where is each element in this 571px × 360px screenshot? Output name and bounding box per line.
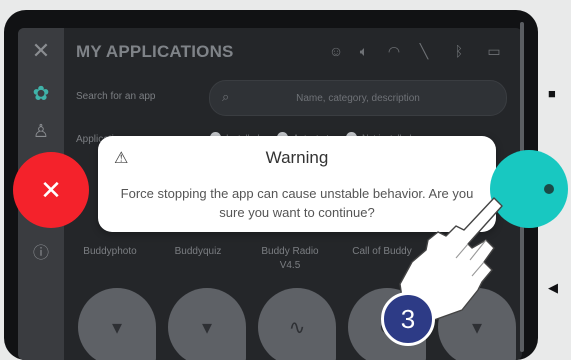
face-status-icon: ☺ xyxy=(328,43,344,59)
step-number-badge: 3 xyxy=(381,292,435,346)
back-nav-icon[interactable]: ◀ xyxy=(548,280,558,296)
app-name[interactable]: Buddyphoto xyxy=(70,246,150,257)
app-tile[interactable]: ∿ xyxy=(258,288,336,360)
cancel-button[interactable]: ✕ xyxy=(13,152,89,228)
close-icon[interactable]: ✕ xyxy=(26,36,56,66)
app-tile[interactable]: ▾ xyxy=(168,288,246,360)
audio-wave-icon: ∿ xyxy=(288,316,306,339)
wifi-icon[interactable]: ◠ xyxy=(382,40,406,62)
square-nav-icon[interactable]: ■ xyxy=(548,86,556,101)
app-name[interactable]: Buddy Radio xyxy=(250,246,330,257)
search-label: Search for an app xyxy=(76,91,156,102)
page-title: MY APPLICATIONS xyxy=(76,42,234,61)
close-icon: ✕ xyxy=(40,174,62,205)
search-input[interactable]: ⌕ Name, category, description xyxy=(209,80,507,116)
bluetooth-icon: ᛒ xyxy=(454,43,464,59)
user-icon[interactable]: ♙ xyxy=(26,116,56,146)
battery-icon: ▭ xyxy=(487,42,501,59)
confirm-dot-icon xyxy=(544,184,554,194)
app-tile[interactable]: ▾ xyxy=(78,288,156,360)
app-name[interactable]: Buddyquiz xyxy=(158,246,238,257)
dialog-title: Warning xyxy=(265,148,329,167)
app-version: V4.5 xyxy=(279,260,301,271)
volume-icon[interactable]: 🔈︎ xyxy=(352,40,376,62)
info-icon[interactable]: ⓘ xyxy=(26,236,56,266)
no-signal-icon: ╲ xyxy=(419,42,429,59)
search-icon: ⌕ xyxy=(222,89,230,104)
apps-grid-icon[interactable]: ✿ xyxy=(26,78,56,108)
search-placeholder: Name, category, description xyxy=(296,92,420,104)
